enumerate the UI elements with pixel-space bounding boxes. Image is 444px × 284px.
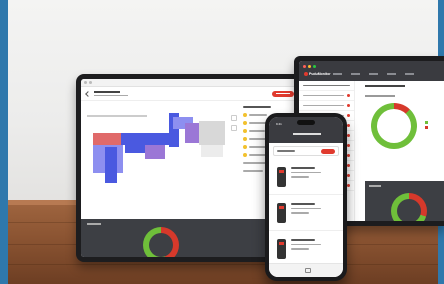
filter-button[interactable]: [321, 148, 335, 154]
window-controls: [303, 65, 316, 68]
tablet-action-button[interactable]: [272, 90, 294, 97]
phone-notch: [297, 120, 315, 125]
list-item[interactable]: [269, 231, 343, 267]
chart-title: [365, 95, 395, 97]
list-item[interactable]: [243, 103, 295, 111]
status-icon: [347, 124, 350, 127]
robot-status-icon: [243, 129, 247, 133]
robot-status-icon: [243, 137, 247, 141]
status-dot: [84, 81, 87, 84]
nav-item[interactable]: [405, 73, 414, 75]
status-icon: [347, 144, 350, 147]
close-icon[interactable]: [303, 65, 306, 68]
list-item[interactable]: [269, 195, 343, 231]
robot-status-icon: [243, 113, 247, 117]
robot-icon: [277, 167, 286, 187]
laptop-stats-panel: [365, 181, 444, 221]
laptop-top-bar: PuduMonitor: [299, 61, 444, 81]
map-zone: [201, 145, 223, 157]
tablet-subtitle: [94, 94, 128, 97]
map-zone: [93, 133, 121, 145]
tablet-status-bar: [81, 79, 299, 87]
list-item[interactable]: [269, 159, 343, 195]
panel-title: [369, 185, 381, 187]
minimize-icon[interactable]: [308, 65, 311, 68]
status-icon: [347, 104, 350, 107]
phone-tab-bar: [269, 263, 343, 277]
status-icon: [347, 164, 350, 167]
home-icon[interactable]: [305, 268, 311, 273]
phone-header: 9:41: [269, 117, 343, 143]
filter-dropdown[interactable]: [273, 146, 339, 156]
status-icon: [347, 154, 350, 157]
robot-icon: [277, 203, 286, 223]
tablet-header: [81, 87, 299, 101]
robot-status-icon: [243, 153, 247, 157]
brand-logo: PuduMonitor: [304, 72, 331, 76]
legend-swatch: [425, 126, 428, 129]
phone-title: [293, 133, 321, 135]
status-dot: [89, 81, 92, 84]
tablet-title-block: [94, 90, 128, 97]
status-gauge: [391, 193, 427, 221]
map-zone: [105, 147, 117, 183]
status-icon: [347, 94, 350, 97]
tablet-title: [94, 90, 120, 93]
nav-item[interactable]: [351, 73, 360, 75]
top-navigation: [333, 73, 414, 75]
status-icon: [347, 114, 350, 117]
phone-screen: 9:41: [269, 117, 343, 277]
list-item[interactable]: [299, 81, 354, 91]
back-icon[interactable]: [85, 90, 91, 97]
maximize-icon[interactable]: [313, 65, 316, 68]
dashboard-title: [365, 85, 405, 87]
status-icon: [347, 184, 350, 187]
list-item[interactable]: [299, 101, 354, 111]
nav-item[interactable]: [387, 73, 396, 75]
map-tool-icon[interactable]: [231, 125, 237, 131]
phone-device: 9:41: [265, 113, 347, 281]
list-item[interactable]: [299, 91, 354, 101]
laptop-dashboard: [357, 81, 444, 221]
floor-map[interactable]: [85, 103, 235, 185]
map-tool-icon[interactable]: [231, 115, 237, 121]
status-time: 9:41: [276, 122, 282, 126]
status-gauge: [371, 103, 417, 149]
status-icon: [347, 134, 350, 137]
wood-grain: [8, 264, 438, 265]
robot-status-icon: [243, 121, 247, 125]
map-zone: [125, 145, 145, 153]
map-zone: [145, 145, 165, 159]
map-zone: [185, 123, 199, 143]
panel-title: [87, 223, 101, 225]
product-scene: PuduMonitor 9:41: [0, 0, 444, 284]
map-zone: [199, 121, 225, 145]
logo-icon: [304, 72, 308, 76]
status-gauge: [143, 227, 179, 257]
status-icon: [347, 174, 350, 177]
nav-item[interactable]: [369, 73, 378, 75]
nav-item[interactable]: [333, 73, 342, 75]
robot-icon: [277, 239, 286, 259]
robot-status-icon: [243, 145, 247, 149]
legend-swatch: [425, 121, 428, 124]
brand-name: PuduMonitor: [309, 72, 331, 76]
